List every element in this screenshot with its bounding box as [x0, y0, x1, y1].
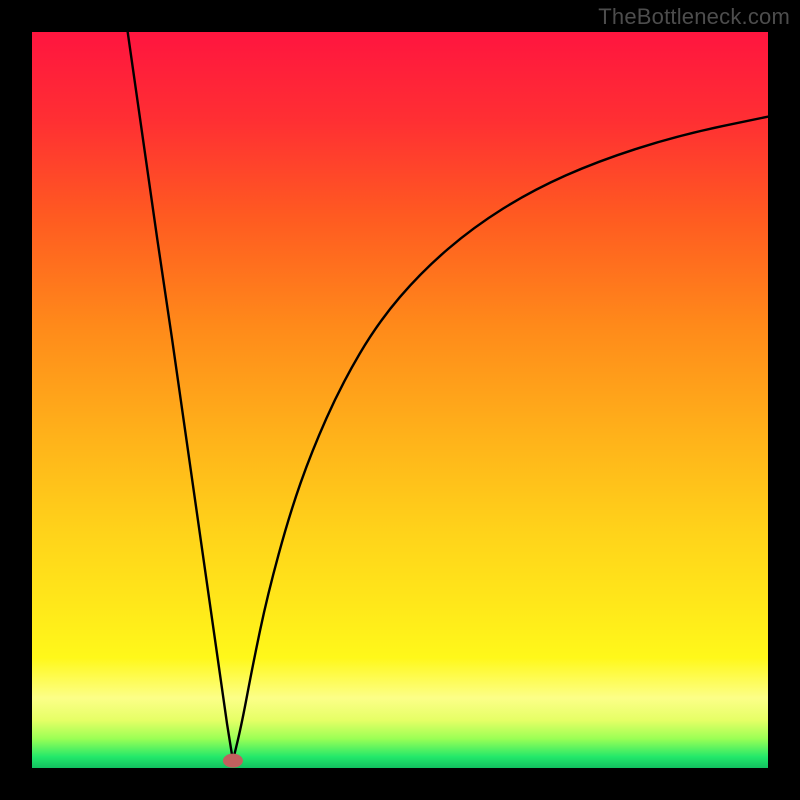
watermark-text: TheBottleneck.com [598, 4, 790, 30]
chart-svg [32, 32, 768, 768]
chart-frame: TheBottleneck.com [0, 0, 800, 800]
plot-area [32, 32, 768, 768]
minimum-marker [223, 754, 243, 768]
